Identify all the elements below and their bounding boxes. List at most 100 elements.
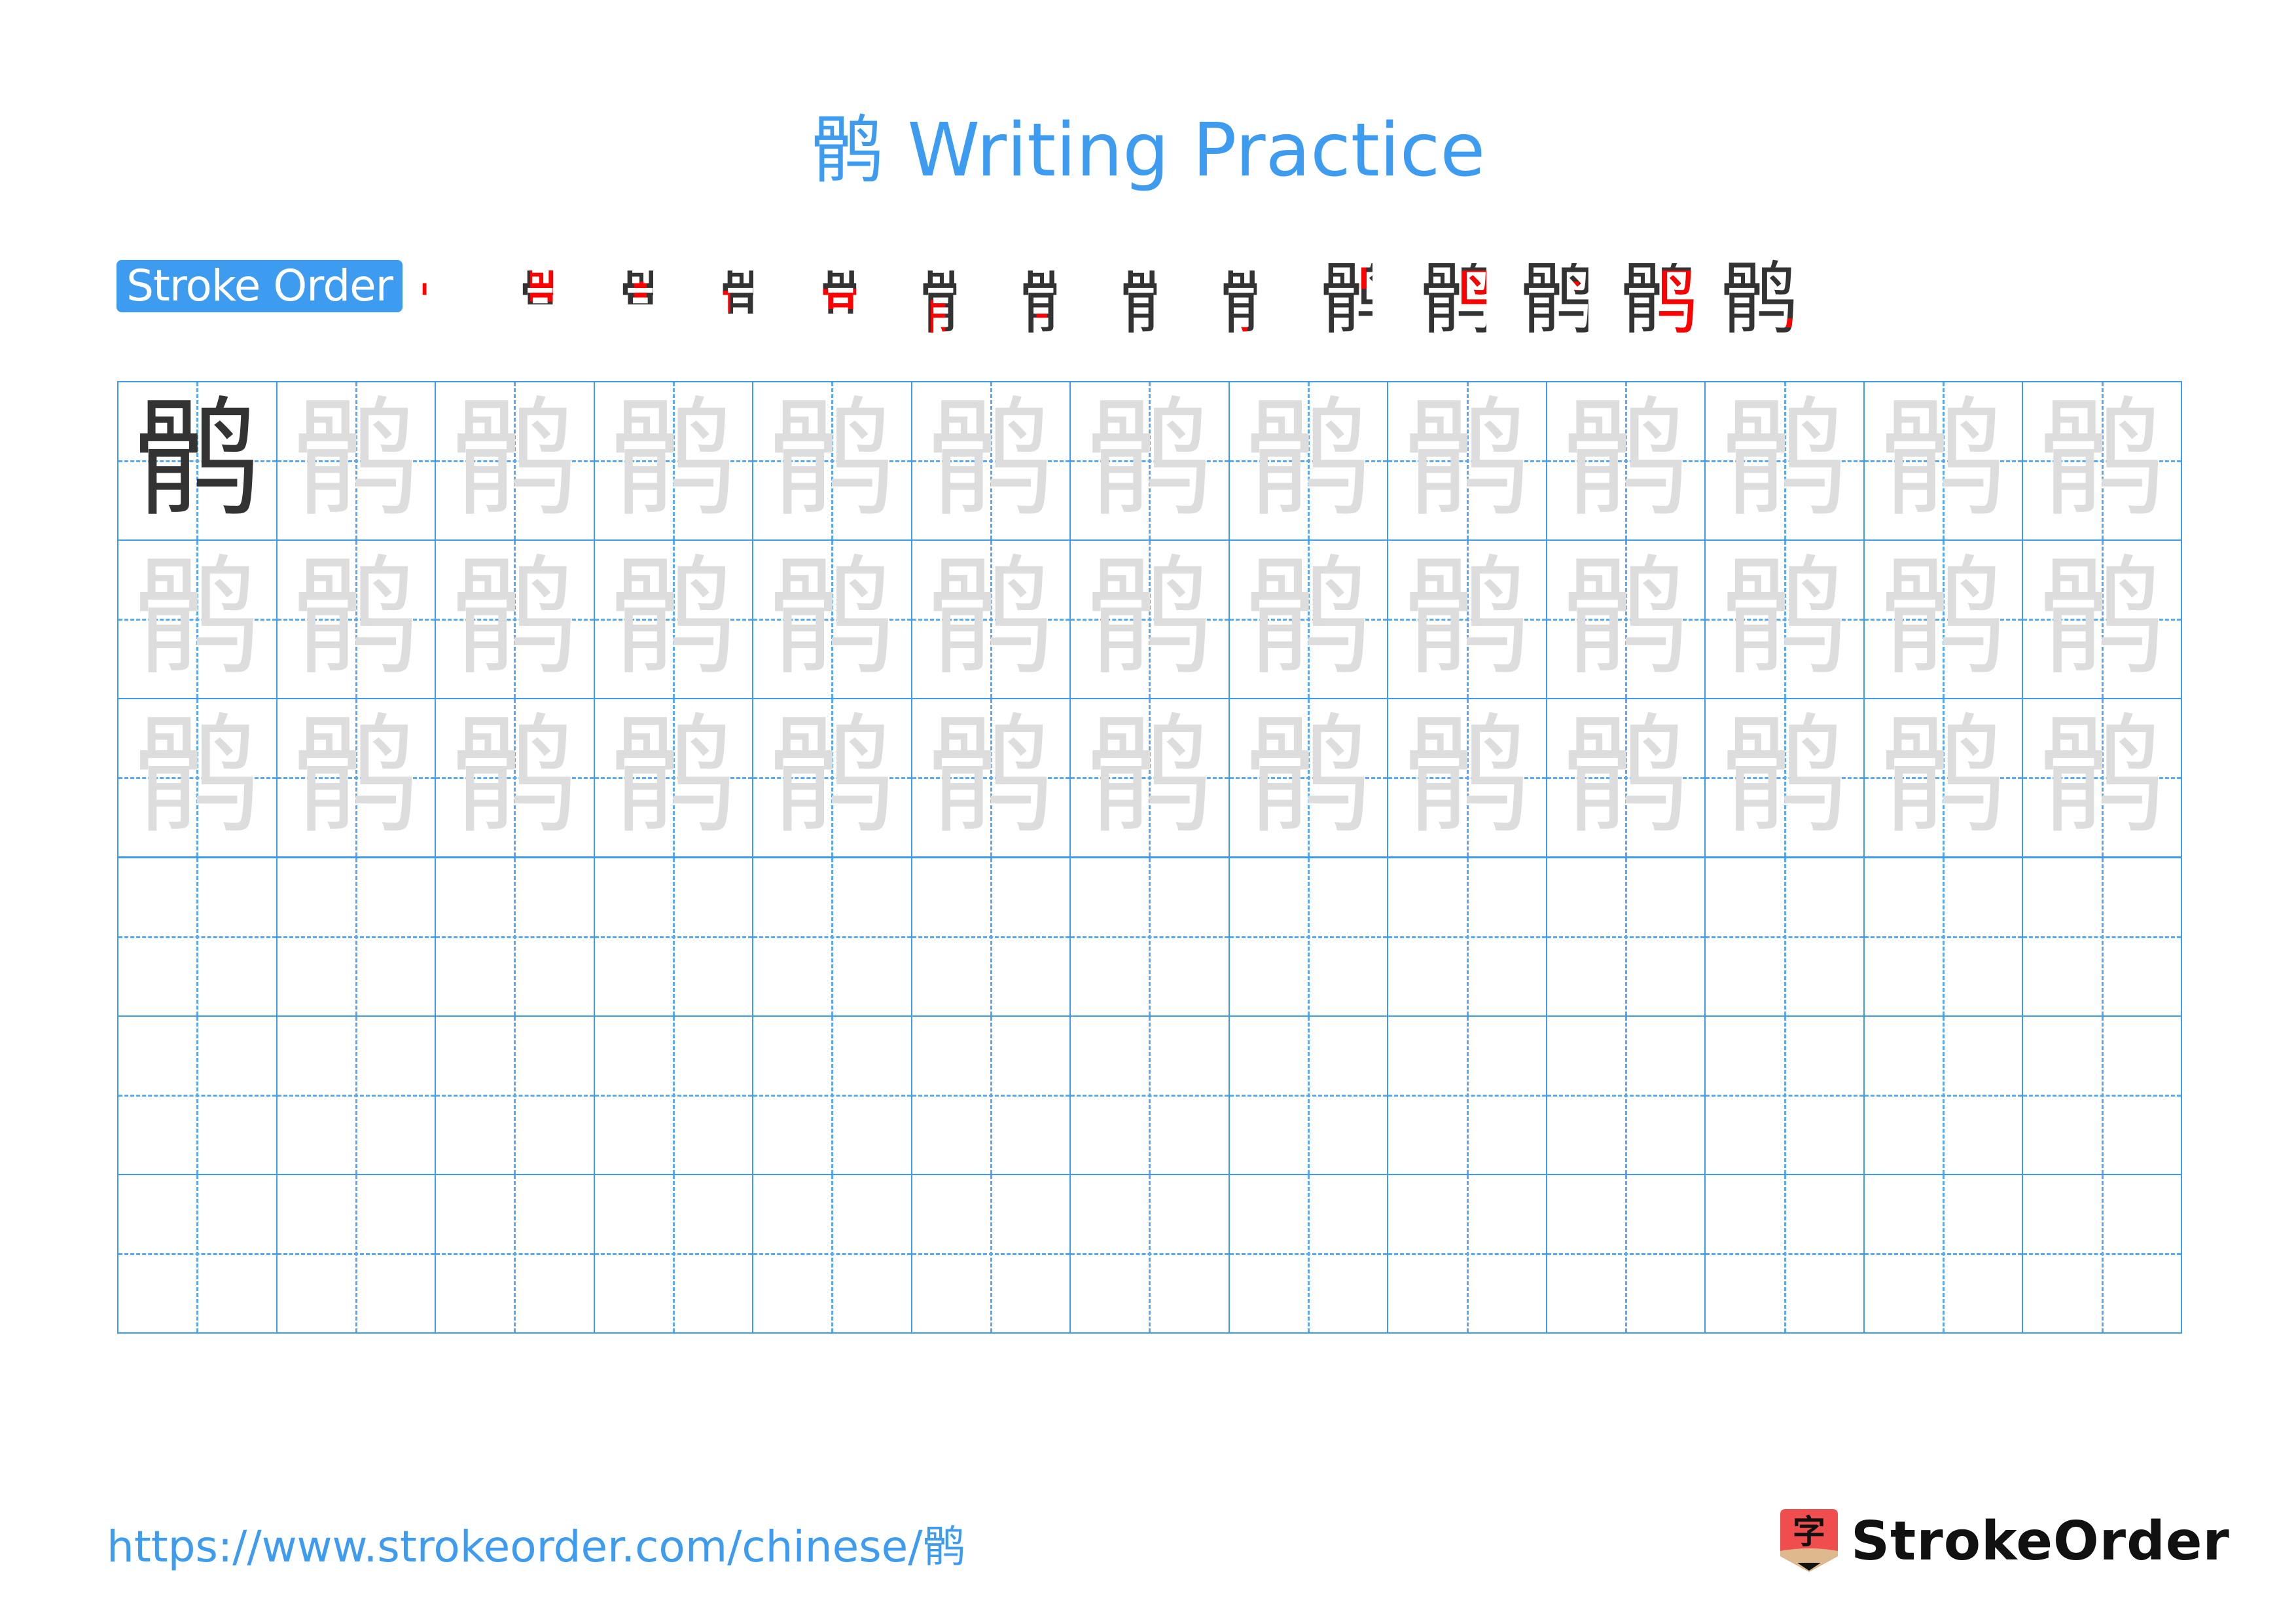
practice-cell[interactable]: 鹘 xyxy=(910,539,1071,700)
practice-cell[interactable]: 鹘 xyxy=(435,381,595,541)
practice-cell[interactable]: 鹘 xyxy=(752,539,912,700)
practice-cell[interactable]: 鹘 xyxy=(752,381,912,541)
practice-cell[interactable] xyxy=(752,856,912,1017)
trace-character: 鹘 xyxy=(609,543,738,693)
practice-cell[interactable]: 鹘 xyxy=(1704,381,1865,541)
practice-cell[interactable] xyxy=(117,1015,278,1175)
practice-cell[interactable] xyxy=(1863,1173,2024,1334)
practice-cell[interactable] xyxy=(1228,1015,1389,1175)
practice-cell[interactable] xyxy=(910,856,1071,1017)
practice-cell[interactable] xyxy=(752,1015,912,1175)
trace-character: 鹘 xyxy=(1562,702,1691,852)
practice-cell[interactable]: 鹘 xyxy=(1545,539,1706,700)
logo-glyph: 字 xyxy=(1793,1513,1825,1551)
practice-cell[interactable] xyxy=(276,1173,437,1334)
practice-cell[interactable] xyxy=(1228,856,1389,1017)
practice-cell[interactable] xyxy=(1387,1015,1547,1175)
practice-cell[interactable] xyxy=(910,1173,1071,1334)
stroke-step-1: 鹘鹘 xyxy=(412,254,503,346)
practice-cell[interactable]: 鹘 xyxy=(1387,539,1547,700)
practice-cell[interactable]: 鹘 xyxy=(593,698,754,858)
practice-cell[interactable]: 鹘 xyxy=(910,698,1071,858)
practice-cell[interactable]: 鹘 xyxy=(1863,539,2024,700)
practice-cell[interactable]: 鹘 xyxy=(910,381,1071,541)
stroke-step-glyph: 鹘 xyxy=(919,254,997,345)
trace-character: 鹘 xyxy=(1720,702,1849,852)
stroke-step-14: 鹘鹘 xyxy=(1713,254,1805,346)
practice-cell[interactable] xyxy=(593,1173,754,1334)
practice-cell[interactable]: 鹘 xyxy=(593,539,754,700)
practice-cell[interactable]: 鹘 xyxy=(1387,698,1547,858)
trace-character: 鹘 xyxy=(450,385,579,534)
pencil-logo-icon: 字 xyxy=(1780,1509,1838,1572)
practice-cell[interactable] xyxy=(1545,1173,1706,1334)
practice-cell[interactable]: 鹘 xyxy=(2022,698,2182,858)
practice-cell[interactable]: 鹘 xyxy=(276,539,437,700)
practice-cell[interactable] xyxy=(1069,1015,1230,1175)
practice-cell[interactable]: 鹘 xyxy=(2022,381,2182,541)
practice-cell[interactable]: 鹘 xyxy=(1704,698,1865,858)
stroke-step-highlight: 鹘 xyxy=(719,254,797,345)
trace-character: 鹘 xyxy=(2037,702,2166,852)
practice-cell[interactable] xyxy=(1228,1173,1389,1334)
practice-cell[interactable]: 鹘 xyxy=(1228,698,1389,858)
practice-cell[interactable] xyxy=(1704,1015,1865,1175)
practice-cell[interactable] xyxy=(1863,1015,2024,1175)
practice-cell[interactable] xyxy=(276,856,437,1017)
practice-cell[interactable] xyxy=(435,1173,595,1334)
practice-cell[interactable]: 鹘 xyxy=(1228,381,1389,541)
practice-cell[interactable] xyxy=(910,1015,1071,1175)
stroke-step-glyph: 鹘 xyxy=(1219,254,1298,345)
practice-cell[interactable]: 鹘 xyxy=(117,539,278,700)
trace-character: 鹘 xyxy=(926,702,1055,852)
practice-cell[interactable]: 鹘 xyxy=(117,698,278,858)
stroke-order-badge: Stroke Order xyxy=(117,260,403,312)
practice-cell[interactable] xyxy=(1704,1173,1865,1334)
footer-url-link[interactable]: https://www.strokeorder.com/chinese/鹘 xyxy=(107,1518,965,1577)
practice-cell[interactable] xyxy=(117,1173,278,1334)
stroke-step-4: 鹘鹘 xyxy=(712,254,804,346)
practice-cell[interactable] xyxy=(276,1015,437,1175)
practice-cell[interactable] xyxy=(435,1015,595,1175)
practice-cell[interactable]: 鹘 xyxy=(435,539,595,700)
practice-cell[interactable]: 鹘 xyxy=(1704,539,1865,700)
practice-cell[interactable] xyxy=(1545,856,1706,1017)
practice-cell[interactable]: 鹘 xyxy=(117,381,278,541)
trace-character: 鹘 xyxy=(609,702,738,852)
practice-cell[interactable] xyxy=(1545,1015,1706,1175)
practice-cell[interactable]: 鹘 xyxy=(1387,381,1547,541)
practice-cell[interactable]: 鹘 xyxy=(1863,698,2024,858)
practice-cell[interactable]: 鹘 xyxy=(1069,539,1230,700)
practice-grid: 鹘鹘鹘鹘鹘鹘鹘鹘鹘鹘鹘鹘鹘鹘鹘鹘鹘鹘鹘鹘鹘鹘鹘鹘鹘鹘鹘鹘鹘鹘鹘鹘鹘鹘鹘鹘鹘鹘鹘 xyxy=(117,381,2182,1334)
practice-cell[interactable]: 鹘 xyxy=(1228,539,1389,700)
practice-cell[interactable] xyxy=(435,856,595,1017)
practice-cell[interactable]: 鹘 xyxy=(1545,381,1706,541)
practice-cell[interactable]: 鹘 xyxy=(435,698,595,858)
practice-cell[interactable]: 鹘 xyxy=(752,698,912,858)
practice-cell[interactable]: 鹘 xyxy=(1545,698,1706,858)
practice-cell[interactable] xyxy=(1863,856,2024,1017)
practice-cell[interactable] xyxy=(2022,1173,2182,1334)
practice-cell[interactable]: 鹘 xyxy=(1069,381,1230,541)
practice-cell[interactable] xyxy=(2022,856,2182,1017)
practice-cell[interactable]: 鹘 xyxy=(1863,381,2024,541)
practice-cell[interactable]: 鹘 xyxy=(1069,698,1230,858)
practice-cell[interactable] xyxy=(593,1015,754,1175)
practice-cell[interactable] xyxy=(1069,856,1230,1017)
practice-cell[interactable] xyxy=(117,856,278,1017)
practice-cell[interactable] xyxy=(2022,1015,2182,1175)
trace-character: 鹘 xyxy=(768,702,897,852)
trace-character: 鹘 xyxy=(1085,385,1214,534)
practice-cell[interactable]: 鹘 xyxy=(276,698,437,858)
practice-cell[interactable]: 鹘 xyxy=(593,381,754,541)
stroke-step-glyph: 鹘 xyxy=(1119,254,1198,345)
practice-cell[interactable]: 鹘 xyxy=(2022,539,2182,700)
practice-cell[interactable] xyxy=(1387,1173,1547,1334)
practice-cell[interactable] xyxy=(1387,856,1547,1017)
practice-cell[interactable] xyxy=(752,1173,912,1334)
practice-cell[interactable] xyxy=(1069,1173,1230,1334)
practice-cell[interactable]: 鹘 xyxy=(276,381,437,541)
trace-character: 鹘 xyxy=(1879,702,2008,852)
practice-cell[interactable] xyxy=(1704,856,1865,1017)
practice-cell[interactable] xyxy=(593,856,754,1017)
